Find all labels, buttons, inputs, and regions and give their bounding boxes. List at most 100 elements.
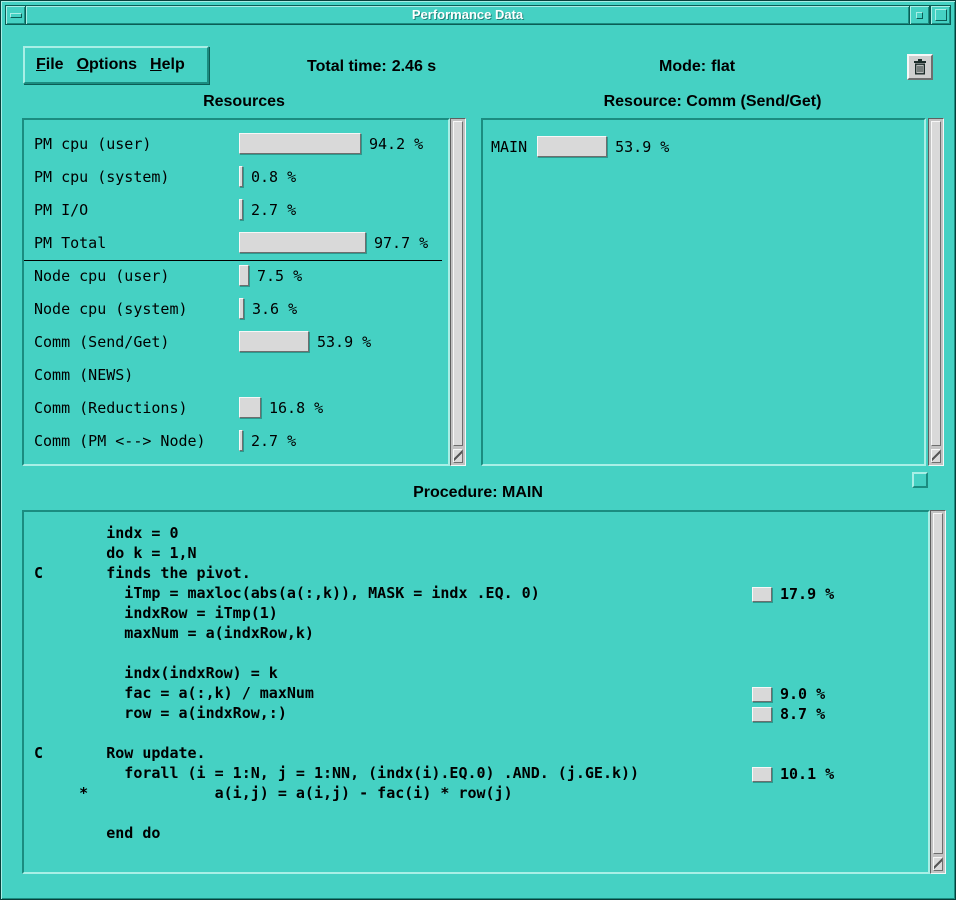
usage-bar: [239, 265, 249, 286]
line-usage: 9.0 %: [752, 685, 825, 703]
code-line[interactable]: fac = a(:,k) / maxNum 9.0 %: [34, 684, 928, 704]
procedure-list: MAIN 53.9 %: [483, 130, 924, 163]
resource-row[interactable]: Comm (NEWS): [24, 358, 448, 391]
code-text: indx = 0: [34, 524, 179, 542]
resource-scrollbar[interactable]: [928, 118, 944, 466]
resource-label: PM cpu (user): [34, 135, 239, 153]
code-line[interactable]: do k = 1,N: [34, 544, 928, 564]
trash-button[interactable]: [907, 54, 933, 80]
code-line[interactable]: C finds the pivot.: [34, 564, 928, 584]
procedure-panel: indx = 0 do k = 1,N C finds the pivot. iT…: [22, 510, 930, 874]
maximize-button[interactable]: [930, 5, 951, 25]
code-line[interactable]: iTmp = maxloc(abs(a(:,k)), MASK = indx .…: [34, 584, 928, 604]
usage-percent: 8.7 %: [780, 705, 825, 723]
usage-percent: 2.7 %: [251, 432, 296, 450]
code-line[interactable]: indx = 0: [34, 524, 928, 544]
code-text: [34, 644, 43, 662]
usage-percent: 94.2 %: [369, 135, 423, 153]
usage-bar: [239, 298, 244, 319]
resource-row[interactable]: PM Total97.7 %: [24, 226, 448, 259]
scrollbar-grip[interactable]: [933, 857, 943, 871]
code-text: C Row update.: [34, 744, 206, 762]
code-text: fac = a(:,k) / maxNum: [34, 684, 314, 702]
usage-bar: [239, 331, 309, 352]
code-line[interactable]: indxRow = iTmp(1): [34, 604, 928, 624]
window-menu-button[interactable]: [5, 5, 26, 25]
usage-percent: 3.6 %: [252, 300, 297, 318]
minimize-icon: [916, 12, 923, 19]
code-text: [34, 724, 43, 742]
maximize-icon: [935, 9, 947, 21]
code-line[interactable]: forall (i = 1:N, j = 1:NN, (indx(i).EQ.0…: [34, 764, 928, 784]
resource-row[interactable]: Comm (Send/Get)53.9 %: [24, 325, 448, 358]
resource-row[interactable]: Node cpu (user)7.5 %: [24, 259, 448, 292]
total-time-label: Total time:: [307, 58, 387, 75]
resource-label: PM Total: [34, 234, 239, 252]
menubar: File Options Help: [23, 46, 209, 84]
usage-bar: [239, 199, 243, 220]
scrollbar-grip[interactable]: [453, 449, 463, 463]
scrollbar-grip[interactable]: [931, 449, 941, 463]
code-line[interactable]: C Row update.: [34, 744, 928, 764]
scrollbar-thumb[interactable]: [933, 513, 943, 854]
usage-bar: [537, 136, 607, 157]
usage-bar: [752, 687, 772, 702]
window-title: Performance Data: [26, 5, 909, 25]
usage-bar: [239, 232, 366, 253]
minimize-button[interactable]: [909, 5, 930, 25]
usage-percent: 9.0 %: [780, 685, 825, 703]
resource-row[interactable]: PM cpu (user) 94.2 %: [24, 127, 448, 160]
resource-label: PM I/O: [34, 201, 239, 219]
titlebar: Performance Data: [5, 5, 951, 25]
resource-row[interactable]: Comm (PM <--> Node) 2.7 %: [24, 424, 448, 457]
usage-percent: 10.1 %: [780, 765, 834, 783]
usage-percent: 53.9 %: [615, 138, 669, 156]
usage-percent: 17.9 %: [780, 585, 834, 603]
menu-file[interactable]: File: [36, 56, 64, 74]
code-text: forall (i = 1:N, j = 1:NN, (indx(i).EQ.0…: [34, 764, 639, 782]
code-line[interactable]: maxNum = a(indxRow,k): [34, 624, 928, 644]
code-text: do k = 1,N: [34, 544, 197, 562]
procedure-row[interactable]: MAIN 53.9 %: [483, 130, 924, 163]
resources-scrollbar[interactable]: [450, 118, 466, 466]
procedure-label: MAIN: [491, 138, 527, 156]
resource-label: Comm (Send/Get): [34, 333, 239, 351]
resource-title: Resource: Comm (Send/Get): [481, 93, 944, 111]
code-line[interactable]: [34, 804, 928, 824]
code-line[interactable]: * a(i,j) = a(i,j) - fac(i) * row(j): [34, 784, 928, 804]
resource-label: Node cpu (system): [34, 300, 239, 318]
usage-bar: [239, 430, 243, 451]
code-text: maxNum = a(indxRow,k): [34, 624, 314, 642]
usage-bar: [752, 587, 772, 602]
source-listing: indx = 0 do k = 1,N C finds the pivot. iT…: [34, 524, 928, 844]
code-line[interactable]: row = a(indxRow,:)8.7 %: [34, 704, 928, 724]
usage-bar: [752, 707, 772, 722]
code-text: end do: [34, 824, 160, 842]
usage-bar: [752, 767, 772, 782]
procedure-scrollbar[interactable]: [930, 510, 946, 874]
resource-row[interactable]: Comm (Reductions)16.8 %: [24, 391, 448, 424]
code-text: iTmp = maxloc(abs(a(:,k)), MASK = indx .…: [34, 584, 540, 602]
resource-label: Comm (Reductions): [34, 399, 239, 417]
code-text: [34, 804, 43, 822]
code-line[interactable]: [34, 724, 928, 744]
menu-help[interactable]: Help: [150, 56, 185, 74]
code-line[interactable]: end do: [34, 824, 928, 844]
resource-row[interactable]: PM I/O2.7 %: [24, 193, 448, 226]
code-line[interactable]: [34, 644, 928, 664]
menu-options[interactable]: Options: [77, 56, 137, 74]
resource-row[interactable]: Node cpu (system) 3.6 %: [24, 292, 448, 325]
resource-label: Node cpu (user): [34, 267, 239, 285]
usage-percent: 0.8 %: [251, 168, 296, 186]
resource-row[interactable]: PM cpu (system) 0.8 %: [24, 160, 448, 193]
window-menu-icon: [10, 13, 22, 18]
resources-panel: PM cpu (user)94.2 %PM cpu (system)0.8 %P…: [22, 118, 450, 466]
resources-list: PM cpu (user)94.2 %PM cpu (system)0.8 %P…: [24, 120, 448, 457]
scrollbar-thumb[interactable]: [931, 121, 941, 446]
resource-label: PM cpu (system): [34, 168, 239, 186]
scrollbar-thumb[interactable]: [453, 121, 463, 446]
code-line[interactable]: indx(indxRow) = k: [34, 664, 928, 684]
client-area: FileOptionsHelp Total time:2.46 s Mode:f…: [7, 28, 949, 893]
code-text: indx(indxRow) = k: [34, 664, 278, 682]
resource-label: Comm (PM <--> Node): [34, 432, 239, 450]
